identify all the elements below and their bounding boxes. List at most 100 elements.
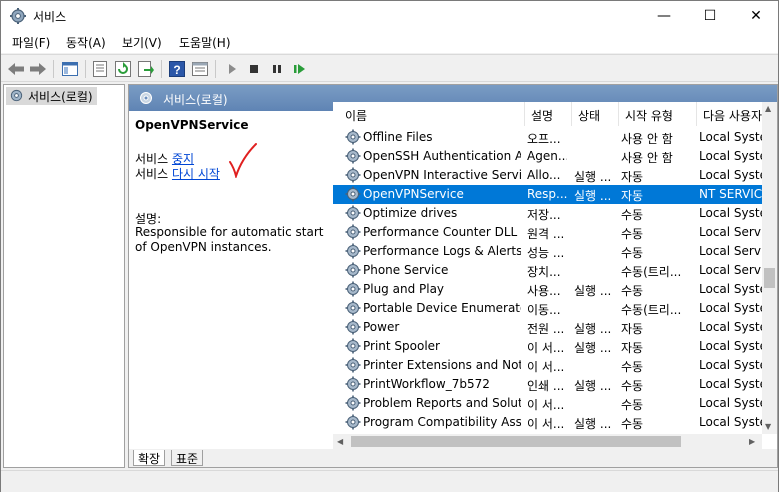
service-status: 실행 ...	[574, 417, 612, 431]
view-button[interactable]	[189, 58, 211, 80]
minimize-button[interactable]: —	[641, 1, 687, 31]
tree-item-services-local[interactable]: 서비스(로컬)	[6, 87, 97, 105]
show-tree-button[interactable]	[59, 58, 81, 80]
main-header-title: 서비스(로컬)	[163, 93, 228, 107]
forward-icon	[30, 63, 46, 75]
service-row[interactable]: Phone Service 장치... 수동(트리... Local Service	[333, 261, 777, 280]
service-row[interactable]: OpenVPN Interactive Service Allo... 실행 ...…	[333, 166, 777, 185]
service-status: 실행 ...	[574, 170, 612, 184]
service-row[interactable]: OpenSSH Authentication A... Agen... 사용 안 함…	[333, 147, 777, 166]
service-detail-pane: OpenVPNService 서비스 중지 서비스 다시 시작 설명: Resp…	[129, 111, 333, 457]
column-header-name[interactable]: ^ 이름	[339, 102, 525, 126]
service-row[interactable]: OpenVPNService Resp... 실행 ... 자동 NT SERVICE	[333, 185, 777, 204]
service-startup-type: 수동	[621, 227, 644, 241]
service-name: Performance Counter DLL ...	[363, 225, 521, 239]
service-startup-type: 자동	[621, 341, 644, 355]
service-row[interactable]: Portable Device Enumerato... 이동... 수동(트리..…	[333, 299, 777, 318]
service-name: PrintWorkflow_7b572	[363, 377, 490, 391]
service-row[interactable]: Plug and Play 사용... 실행 ... 수동 Local System	[333, 280, 777, 299]
stop-service-button[interactable]	[243, 58, 265, 80]
menu-file[interactable]: 파일(F)	[12, 34, 50, 51]
service-gear-icon	[345, 319, 361, 335]
column-header-status[interactable]: 상태	[572, 102, 619, 126]
tab-extended-label: 확장	[138, 452, 161, 466]
service-startup-type: 수동	[621, 284, 644, 298]
service-description: 오프...	[527, 132, 561, 146]
service-row[interactable]: Power 전원 ... 실행 ... 자동 Local System	[333, 318, 777, 337]
export-button[interactable]	[135, 58, 157, 80]
service-description: 장치...	[527, 265, 561, 279]
horizontal-scrollbar[interactable]: ◀ ▶	[333, 434, 762, 449]
service-row[interactable]: Print Spooler 이 서... 실행 ... 자동 Local System	[333, 337, 777, 356]
service-gear-icon	[345, 186, 361, 202]
minimize-icon: —	[657, 8, 671, 24]
service-name: OpenVPN Interactive Service	[363, 168, 521, 182]
service-description: Agen...	[527, 149, 567, 163]
service-row[interactable]: Offline Files 오프... 사용 안 함 Local System	[333, 128, 777, 147]
scroll-left-icon[interactable]: ◀	[337, 437, 343, 446]
tab-standard[interactable]: 표준	[171, 450, 204, 466]
services-gear-icon	[140, 92, 152, 104]
vertical-scroll-thumb[interactable]	[764, 268, 775, 288]
scroll-down-icon[interactable]: ▼	[765, 422, 771, 431]
service-description: 이 서...	[527, 398, 565, 412]
menu-action[interactable]: 동작(A)	[66, 34, 106, 51]
service-status: 실행 ...	[574, 284, 612, 298]
back-button[interactable]	[5, 58, 27, 80]
service-status: 실행 ...	[574, 341, 612, 355]
column-header-name-label: 이름	[345, 109, 368, 123]
service-status: 실행 ...	[574, 189, 612, 203]
red-checkmark-annotation	[229, 143, 257, 178]
scroll-up-icon[interactable]: ▲	[765, 104, 771, 113]
service-gear-icon	[345, 376, 361, 392]
resume-service-button[interactable]	[289, 58, 311, 80]
service-gear-icon	[345, 205, 361, 221]
service-row[interactable]: Problem Reports and Solut... 이 서... 수동 Loca…	[333, 394, 777, 413]
window-title: 서비스	[33, 10, 67, 24]
help-icon: ?	[169, 61, 185, 77]
maximize-button[interactable]: ☐	[687, 1, 733, 31]
tab-extended[interactable]: 확장	[133, 450, 166, 466]
service-status: 실행 ...	[574, 322, 612, 336]
service-name: Print Spooler	[363, 339, 440, 353]
service-startup-type: 수동	[621, 379, 644, 393]
menu-view[interactable]: 보기(V)	[122, 34, 162, 51]
service-description: 사용...	[527, 284, 561, 298]
service-row[interactable]: Printer Extensions and Noti... 이 서... 수동 Lo…	[333, 356, 777, 375]
action-prefix: 서비스	[135, 167, 169, 181]
refresh-icon	[115, 61, 131, 77]
forward-button[interactable]	[27, 58, 49, 80]
help-button[interactable]: ?	[166, 58, 188, 80]
menu-bar: 파일(F) 동작(A) 보기(V) 도움말(H)	[1, 31, 778, 53]
scroll-right-icon[interactable]: ▶	[749, 437, 755, 446]
menu-help[interactable]: 도움말(H)	[179, 34, 231, 51]
service-gear-icon	[345, 281, 361, 297]
service-row[interactable]: Program Compatibility Assi... 이 서... 실행 ..…	[333, 413, 777, 432]
svg-text:?: ?	[173, 63, 180, 77]
service-startup-type: 수동(트리...	[621, 265, 682, 279]
column-header-description[interactable]: 설명	[525, 102, 572, 126]
service-startup-type: 자동	[621, 189, 644, 203]
close-button[interactable]: ✕	[733, 1, 779, 31]
vertical-scrollbar[interactable]: ▲ ▼	[762, 102, 777, 434]
restart-service-link[interactable]: 다시 시작	[172, 167, 220, 181]
service-row[interactable]: Optimize drives 저장... 수동 Local System	[333, 204, 777, 223]
console-tree: 서비스(로컬)	[3, 84, 125, 468]
service-name: Phone Service	[363, 263, 449, 277]
pause-icon	[273, 65, 281, 73]
refresh-button[interactable]	[112, 58, 134, 80]
service-row[interactable]: PrintWorkflow_7b572 인쇄 ... 실행 ... 수동 Local S…	[333, 375, 777, 394]
service-description: 원격 ...	[527, 227, 565, 241]
service-row[interactable]: Performance Counter DLL ... 원격 ... 수동 Local…	[333, 223, 777, 242]
sort-ascending-icon: ^	[435, 102, 444, 109]
service-row[interactable]: Performance Logs & Alerts 성능 ... 수동 Local S…	[333, 242, 777, 261]
stop-service-link[interactable]: 중지	[172, 152, 194, 166]
start-service-button[interactable]	[221, 58, 243, 80]
service-description: 이동...	[527, 303, 561, 317]
status-bar	[1, 470, 778, 492]
column-header-startup-type[interactable]: 시작 유형	[619, 102, 697, 126]
horizontal-scroll-thumb[interactable]	[351, 436, 681, 447]
properties-button[interactable]	[89, 58, 111, 80]
pause-service-button[interactable]	[266, 58, 288, 80]
column-header-log-on-as-label: 다음 사용자	[703, 109, 763, 123]
